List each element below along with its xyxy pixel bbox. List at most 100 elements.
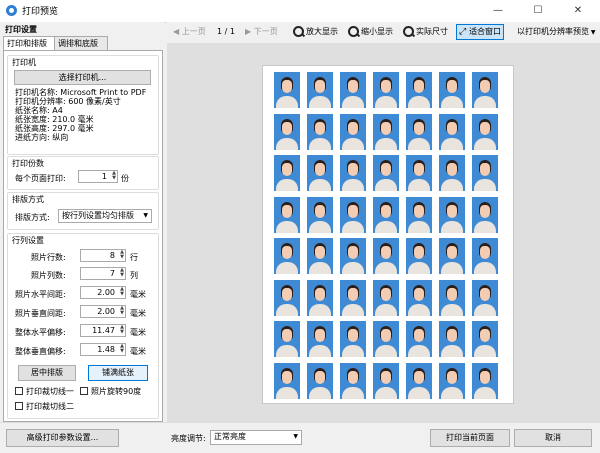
v-offset-label: 整体垂直偏移: [15,347,66,356]
id-photo [472,196,498,233]
h-offset-label: 整体水平偏移: [15,328,66,337]
id-photo [406,279,432,316]
brightness-label: 亮度调节: [171,434,206,443]
rowcol-group: 行列设置 照片行数: 8 ▲ ▼ 行 照片列数: 7 ▲ ▼ 列 照片水平间距: 2.0… [7,233,159,419]
cols-value: 7 [109,269,115,278]
v-spacing-value: 2.00 [97,307,115,316]
id-photo [472,155,498,191]
zoom-in-button[interactable]: 放大显示 [293,24,338,40]
id-photo [406,113,432,150]
center-layout-button[interactable]: 居中排版 [18,365,76,381]
id-photo [373,72,399,108]
spin-arrows-icon[interactable]: ▲ ▼ [112,171,116,181]
print-page-button[interactable]: 打印当前页面 [430,429,510,447]
id-photo [307,113,333,150]
v-offset-unit: 毫米 [130,347,146,356]
id-photo [439,72,465,108]
settings-header: 打印设置 [5,25,37,34]
spin-arrows-icon[interactable]: ▲ ▼ [120,250,124,260]
id-photo [307,72,333,108]
v-spacing-unit: 毫米 [130,309,146,318]
id-photo [373,238,399,274]
id-photo [406,196,432,233]
id-photo [307,362,333,399]
brightness-value: 正常亮度 [214,432,246,441]
next-page-button[interactable]: ▶ 下一页 [245,24,278,40]
id-photo [373,362,399,399]
chevron-down-icon: ▼ [143,212,148,219]
fill-paper-button[interactable]: 铺满纸张 [88,365,148,381]
v-spacing-spinner[interactable]: 2.00 ▲ ▼ [80,305,126,318]
id-photo [472,321,498,357]
arrow-right-icon: ▶ [245,27,254,36]
advanced-settings-button[interactable]: 高级打印参数设置... [6,429,119,447]
copies-unit: 份 [121,174,129,183]
cut-line-one-checkbox[interactable] [15,387,23,395]
spin-arrows-icon[interactable]: ▲ ▼ [120,287,124,297]
cancel-button[interactable]: 取消 [514,429,592,447]
layout-label: 排版方式: [15,213,50,222]
id-photo [274,113,300,150]
id-photo [340,321,366,357]
h-offset-spinner[interactable]: 11.47 ▲ ▼ [80,324,126,337]
id-photo [472,72,498,108]
copies-spinner[interactable]: 1 ▲ ▼ [78,170,118,183]
id-photo [340,362,366,399]
maximize-button[interactable]: ☐ [518,0,558,22]
layout-select[interactable]: 按行列设置均匀排版 ▼ [58,209,152,223]
rows-spinner[interactable]: 8 ▲ ▼ [80,249,126,262]
id-photo [439,155,465,191]
cut-line-two-label[interactable]: 打印裁切线二 [26,401,74,412]
brightness-select[interactable]: 正常亮度 ▼ [210,430,302,445]
h-spacing-spinner[interactable]: 2.00 ▲ ▼ [80,286,126,299]
zoom-out-label: 缩小显示 [361,27,393,36]
spin-arrows-icon[interactable]: ▲ ▼ [120,306,124,316]
paper-height-text: 纸张高度: 297.0 毫米 [15,124,94,133]
actual-size-button[interactable]: 实际尺寸 [403,24,448,40]
printer-resolution-text: 打印机分辨率: 600 像素/英寸 [15,97,121,106]
tab-print-layout[interactable]: 打印和排版 [3,36,57,51]
spin-arrows-icon[interactable]: ▲ ▼ [120,344,124,354]
id-photo [340,238,366,274]
id-photo [274,362,300,399]
spin-arrows-icon[interactable]: ▲ ▼ [120,268,124,278]
zoom-in-label: 放大显示 [306,27,338,36]
id-photo [439,362,465,399]
id-photo [472,113,498,150]
id-photo [274,155,300,191]
printer-resolution-preview-dropdown[interactable]: 以打印机分辨率预览 ▼ [517,24,596,40]
zoom-out-button[interactable]: 缩小显示 [348,24,393,40]
id-photo [307,196,333,233]
app-icon [6,5,17,16]
tab-adjust-background[interactable]: 调排和底版 [54,36,108,50]
cut-line-two-checkbox[interactable] [15,402,23,410]
rows-label: 照片行数: [31,253,66,262]
magnifier-icon [403,26,416,38]
fit-window-button[interactable]: ⤢ 适合窗口 [456,24,505,40]
id-photo [307,155,333,191]
h-spacing-value: 2.00 [97,288,115,297]
prev-page-button[interactable]: ◀ 上一页 [173,24,206,40]
close-button[interactable]: ✕ [558,0,598,22]
id-photo [406,155,432,191]
minimize-button[interactable]: — [478,0,518,22]
cols-spinner[interactable]: 7 ▲ ▼ [80,267,126,280]
cut-line-one-label[interactable]: 打印裁切线一 [26,386,74,397]
spin-arrows-icon[interactable]: ▲ ▼ [120,325,124,335]
select-printer-button[interactable]: 选择打印机... [14,70,151,85]
id-photo [373,113,399,150]
rotate-90-label[interactable]: 照片旋转90度 [91,386,141,397]
v-offset-spinner[interactable]: 1.48 ▲ ▼ [80,343,126,356]
id-photo [439,196,465,233]
rotate-90-checkbox[interactable] [80,387,88,395]
id-photo [406,362,432,399]
photo-grid [274,72,502,399]
id-photo [373,321,399,357]
id-photo [472,362,498,399]
id-photo [340,155,366,191]
preview-toolbar: ◀ 上一页 1 / 1 ▶ 下一页 放大显示 缩小显示 实际尺寸 ⤢ 适合窗口 … [167,22,600,42]
id-photo [373,196,399,233]
id-photo [373,279,399,316]
h-offset-value: 11.47 [92,326,115,335]
copies-label: 每个页面打印: [15,174,66,183]
